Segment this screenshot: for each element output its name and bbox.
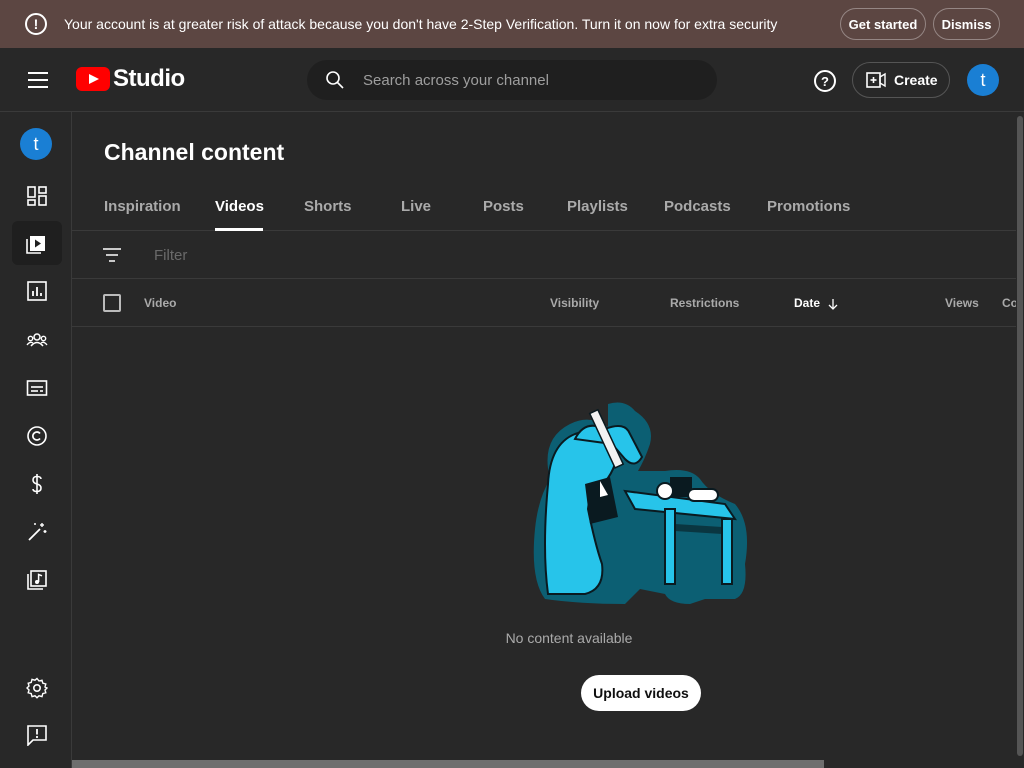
analytics-icon bbox=[27, 281, 47, 301]
content-tabs: Inspiration Videos Shorts Live Posts Pla… bbox=[72, 188, 1016, 231]
vertical-scrollbar[interactable] bbox=[1016, 112, 1024, 760]
column-date-label: Date bbox=[794, 296, 821, 310]
search-icon bbox=[326, 71, 344, 89]
settings-icon bbox=[26, 677, 48, 699]
empty-state-text: No content available bbox=[505, 630, 633, 646]
tab-promotions[interactable]: Promotions bbox=[767, 198, 850, 215]
column-visibility[interactable]: Visibility bbox=[550, 296, 599, 310]
tab-inspiration[interactable]: Inspiration bbox=[104, 198, 181, 215]
community-icon bbox=[26, 333, 48, 347]
sidebar-item-community[interactable] bbox=[12, 318, 62, 362]
tab-playlists[interactable]: Playlists bbox=[567, 198, 628, 215]
sidebar-item-feedback[interactable] bbox=[12, 713, 62, 757]
select-all-checkbox[interactable] bbox=[103, 294, 121, 312]
audio-library-icon bbox=[27, 570, 47, 590]
banner-message: Your account is at greater risk of attac… bbox=[64, 16, 778, 32]
help-icon[interactable]: ? bbox=[814, 70, 836, 92]
sidebar-item-audio-library[interactable] bbox=[12, 558, 62, 602]
dashboard-icon bbox=[27, 186, 47, 206]
security-banner: ! Your account is at greater risk of att… bbox=[0, 0, 1024, 48]
youtube-logo-icon bbox=[76, 67, 110, 91]
filter-input[interactable] bbox=[154, 243, 554, 267]
tab-posts[interactable]: Posts bbox=[483, 198, 524, 215]
create-video-icon bbox=[866, 72, 886, 88]
column-restrictions[interactable]: Restrictions bbox=[670, 296, 739, 310]
copyright-icon bbox=[27, 426, 47, 446]
tab-videos[interactable]: Videos bbox=[215, 198, 264, 215]
page-title: Channel content bbox=[104, 139, 285, 165]
logo-text: Studio bbox=[113, 65, 185, 92]
create-label: Create bbox=[894, 72, 938, 88]
create-button[interactable]: Create bbox=[852, 62, 950, 98]
get-started-button[interactable]: Get started bbox=[840, 8, 926, 40]
sort-down-arrow-icon bbox=[828, 298, 838, 310]
sidebar-item-customization[interactable] bbox=[12, 510, 62, 554]
sidebar-item-dashboard[interactable] bbox=[12, 174, 62, 218]
tab-shorts[interactable]: Shorts bbox=[304, 198, 352, 215]
feedback-icon bbox=[27, 725, 47, 746]
sidebar-item-subtitles[interactable] bbox=[12, 366, 62, 410]
channel-avatar[interactable]: t bbox=[20, 128, 52, 160]
sidebar: t bbox=[0, 112, 72, 768]
column-video: Video bbox=[144, 296, 177, 310]
sidebar-item-earn[interactable] bbox=[12, 462, 62, 506]
content-icon bbox=[26, 236, 45, 254]
warning-icon: ! bbox=[25, 13, 47, 35]
empty-state-illustration bbox=[533, 402, 748, 604]
menu-icon[interactable] bbox=[28, 72, 48, 88]
horizontal-scrollbar[interactable] bbox=[72, 760, 1024, 768]
subtitles-icon bbox=[26, 380, 48, 396]
main-content: Channel content Inspiration Videos Short… bbox=[72, 112, 1018, 768]
column-date[interactable]: Date bbox=[794, 296, 839, 310]
search-bar[interactable] bbox=[307, 60, 717, 100]
account-avatar[interactable]: t bbox=[967, 64, 999, 96]
vertical-scroll-thumb[interactable] bbox=[1017, 116, 1023, 756]
dismiss-button[interactable]: Dismiss bbox=[933, 8, 1000, 40]
top-header: Studio ? Create t bbox=[0, 48, 1024, 112]
sidebar-item-analytics[interactable] bbox=[12, 269, 62, 313]
tab-live[interactable]: Live bbox=[401, 198, 431, 215]
column-views[interactable]: Views bbox=[945, 296, 979, 310]
upload-videos-button[interactable]: Upload videos bbox=[581, 675, 701, 711]
studio-logo[interactable]: Studio bbox=[76, 65, 185, 93]
earn-icon bbox=[32, 474, 42, 494]
horizontal-scroll-thumb[interactable] bbox=[72, 760, 824, 768]
filter-icon[interactable] bbox=[103, 247, 121, 263]
customization-icon bbox=[28, 523, 47, 541]
sidebar-item-settings[interactable] bbox=[12, 666, 62, 710]
sidebar-item-copyright[interactable] bbox=[12, 414, 62, 458]
tab-podcasts[interactable]: Podcasts bbox=[664, 198, 731, 215]
sidebar-item-content[interactable] bbox=[12, 221, 62, 265]
filter-bar bbox=[72, 231, 1016, 279]
search-input[interactable] bbox=[363, 60, 703, 100]
table-header: Video Visibility Restrictions Date Views… bbox=[72, 279, 1018, 327]
